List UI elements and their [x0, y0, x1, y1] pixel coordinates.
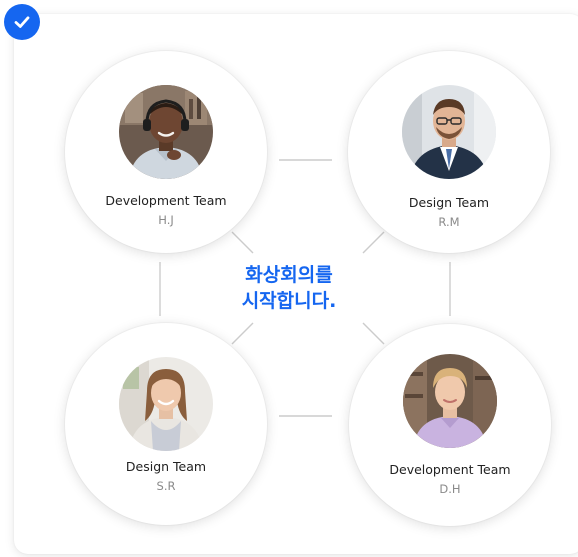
participant-card[interactable]: Design Team S.R: [65, 323, 267, 525]
check-badge: [4, 4, 40, 40]
avatar: [402, 85, 496, 179]
connector-diag-bl: [231, 322, 254, 345]
heading-line-2: 시작합니다.: [241, 290, 337, 312]
participant-team: Development Team: [389, 462, 511, 477]
checkmark-icon: [14, 16, 30, 28]
participant-initials: H.J: [158, 213, 174, 227]
participant-team: Design Team: [408, 195, 490, 210]
connector-diag-br: [362, 322, 385, 345]
participant-team: Design Team: [125, 459, 207, 474]
participant-initials: S.R: [156, 479, 176, 493]
connector-diag-tl: [231, 231, 254, 254]
heading-line-1: 화상회의를: [245, 264, 333, 286]
connector-diag-tr: [362, 231, 385, 254]
avatar: [119, 357, 213, 451]
participant-card[interactable]: Design Team R.M: [348, 51, 550, 253]
start-meeting-heading: 화상회의를 시작합니다.: [214, 262, 364, 314]
avatar: [119, 85, 213, 179]
participant-initials: D.H: [439, 482, 461, 496]
participant-card[interactable]: Development Team H.J: [65, 51, 267, 253]
participant-team: Development Team: [105, 193, 227, 208]
avatar: [403, 354, 497, 448]
participant-initials: R.M: [438, 215, 460, 229]
participant-card[interactable]: Development Team D.H: [349, 324, 551, 526]
video-conference-screen: Development Team H.J Design Team R.M Des…: [0, 0, 578, 557]
